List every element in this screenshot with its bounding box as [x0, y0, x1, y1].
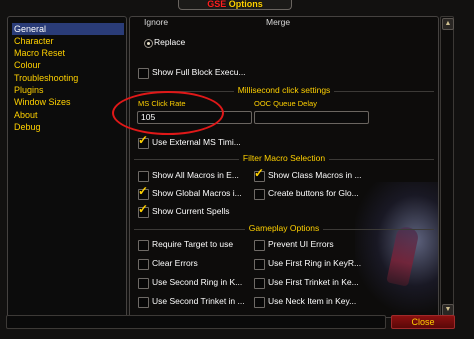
create-buttons-label: Create buttons for Glo... — [268, 188, 359, 198]
settings-panel: Ignore Merge Replace Show Full Block Exe… — [129, 16, 439, 318]
prevent-ui-errors-checkbox[interactable] — [254, 240, 265, 251]
window-title: GSE Options — [178, 0, 292, 10]
first-trinket-checkbox[interactable] — [254, 278, 265, 289]
close-button[interactable]: Close — [391, 315, 455, 329]
show-all-macros-label: Show All Macros in E... — [152, 170, 239, 180]
show-full-block-checkbox[interactable] — [138, 68, 149, 79]
neck-item-label: Use Neck Item in Key... — [268, 296, 357, 306]
second-trinket-label: Use Second Trinket in ... — [152, 296, 245, 306]
millisecond-section-title: Millisecond click settings — [233, 85, 335, 95]
checkmark-icon: ✓ — [254, 166, 265, 180]
filter-section-header: Filter Macro Selection — [130, 153, 438, 164]
scroll-up-icon[interactable]: ▲ — [442, 18, 454, 30]
options-window: GSE Options General Character Macro Rese… — [0, 0, 474, 339]
option-ignore-label: Ignore — [144, 17, 169, 27]
show-full-block-label: Show Full Block Execu... — [152, 67, 246, 77]
checkmark-icon: ✓ — [138, 133, 149, 147]
first-ring-checkbox[interactable] — [254, 259, 265, 270]
checkmark-icon: ✓ — [138, 184, 149, 198]
clear-errors-checkbox[interactable] — [138, 259, 149, 270]
nav-item-character[interactable]: Character — [12, 35, 124, 47]
use-external-ms-label: Use External MS Timi... — [152, 137, 241, 147]
gameplay-section-title: Gameplay Options — [244, 223, 324, 233]
create-buttons-checkbox[interactable] — [254, 189, 265, 200]
show-global-macros-checkbox[interactable]: ✓ — [138, 185, 149, 200]
nav-item-troubleshooting[interactable]: Troubleshooting — [12, 72, 124, 84]
title-accent: GSE — [207, 0, 227, 9]
replace-radio[interactable] — [144, 39, 153, 48]
show-all-macros-checkbox[interactable] — [138, 171, 149, 182]
title-text: Options — [226, 0, 263, 9]
nav-item-plugins[interactable]: Plugins — [12, 84, 124, 96]
nav-item-colour[interactable]: Colour — [12, 59, 124, 71]
replace-label: Replace — [154, 37, 186, 47]
first-trinket-label: Use First Trinket in Ke... — [268, 277, 359, 287]
show-global-macros-label: Show Global Macros i... — [152, 188, 242, 198]
second-ring-checkbox[interactable] — [138, 278, 149, 289]
show-class-macros-label: Show Class Macros in ... — [268, 170, 362, 180]
filter-section-title: Filter Macro Selection — [238, 153, 330, 163]
checkmark-icon: ✓ — [138, 202, 149, 216]
clear-errors-label: Clear Errors — [152, 258, 198, 268]
ooc-queue-delay-label: OOC Queue Delay — [254, 99, 317, 108]
show-current-spells-label: Show Current Spells — [152, 206, 230, 216]
show-current-spells-checkbox[interactable]: ✓ — [138, 203, 149, 218]
status-bar — [6, 315, 386, 329]
neck-item-checkbox[interactable] — [254, 297, 265, 308]
second-trinket-checkbox[interactable] — [138, 297, 149, 308]
prevent-ui-errors-label: Prevent UI Errors — [268, 239, 334, 249]
nav-item-about[interactable]: About — [12, 109, 124, 121]
category-list: General Character Macro Reset Colour Tro… — [7, 16, 127, 318]
nav-item-debug[interactable]: Debug — [12, 121, 124, 133]
show-class-macros-checkbox[interactable]: ✓ — [254, 167, 265, 182]
require-target-label: Require Target to use — [152, 239, 234, 249]
ooc-queue-delay-input[interactable] — [254, 111, 369, 124]
nav-item-macro-reset[interactable]: Macro Reset — [12, 47, 124, 59]
gameplay-section-header: Gameplay Options — [130, 223, 438, 234]
second-ring-label: Use Second Ring in K... — [152, 277, 243, 287]
nav-item-general[interactable]: General — [12, 23, 124, 35]
first-ring-label: Use First Ring in KeyR... — [268, 258, 362, 268]
use-external-ms-checkbox[interactable]: ✓ — [138, 134, 149, 149]
settings-scrollbar[interactable]: ▲ ▼ — [440, 16, 454, 318]
option-merge-label: Merge — [266, 17, 291, 27]
require-target-checkbox[interactable] — [138, 240, 149, 251]
annotation-circle — [112, 91, 224, 135]
nav-item-window-sizes[interactable]: Window Sizes — [12, 96, 124, 108]
